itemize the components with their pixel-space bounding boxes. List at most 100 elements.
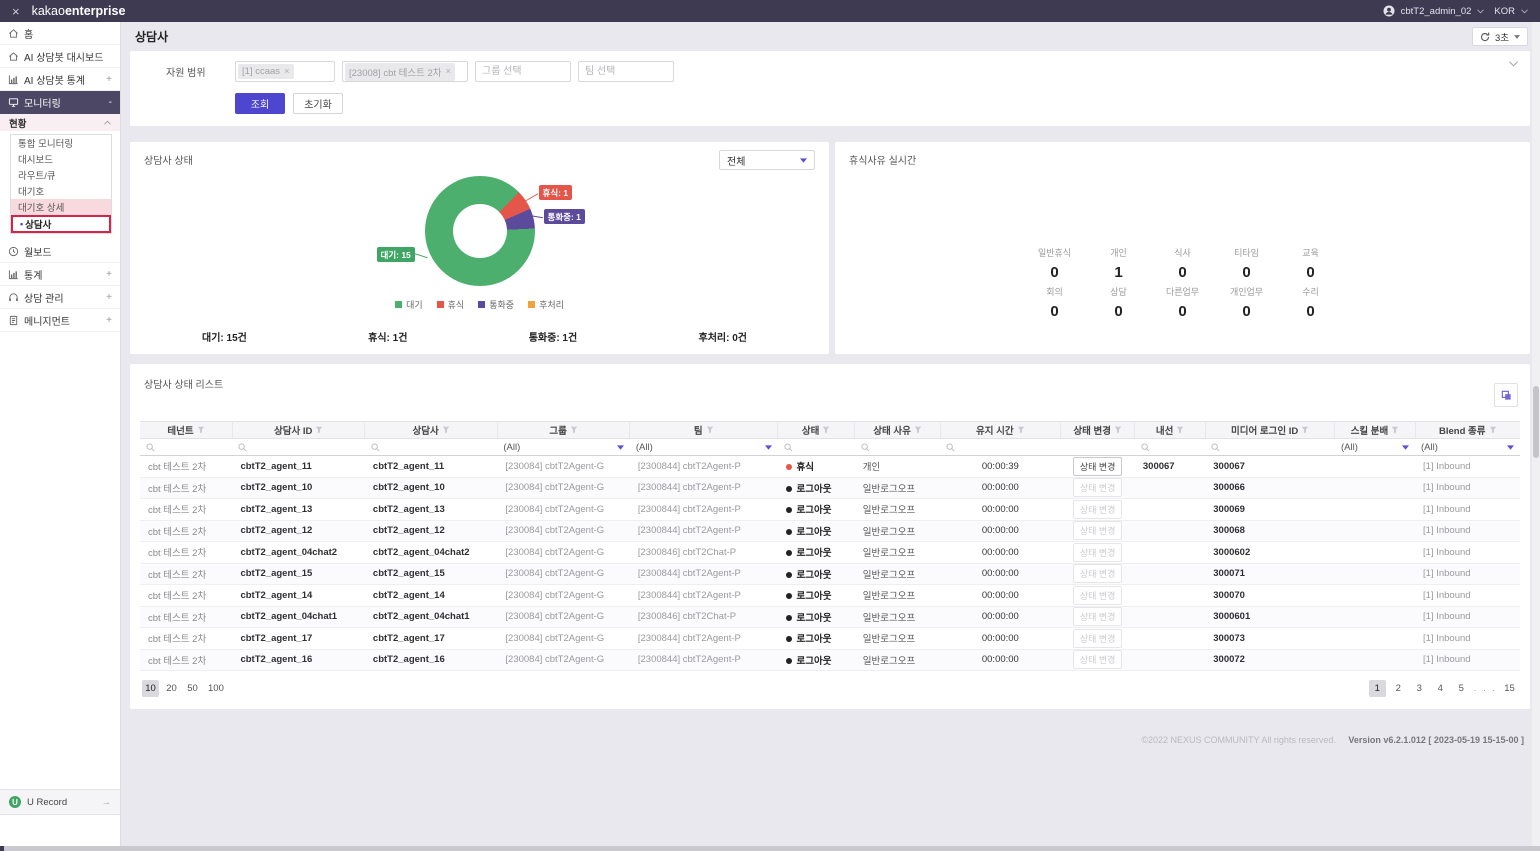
column-filter-cell[interactable]: (All) bbox=[630, 439, 778, 456]
sidebar-item-wallboard[interactable]: 월보드 bbox=[0, 240, 120, 263]
page-size-10[interactable]: 10 bbox=[142, 680, 159, 697]
column-header[interactable]: 상담사 ID bbox=[232, 422, 364, 439]
sidebar-item-queue-detail[interactable]: 대기호 상세 bbox=[11, 199, 111, 215]
sidebar-item-stats[interactable]: 통계+ bbox=[0, 263, 120, 286]
search-icon[interactable] bbox=[1141, 443, 1199, 452]
export-copy-button[interactable] bbox=[1494, 383, 1518, 407]
table-row[interactable]: cbt 테스트 2차cbtT2_agent_11cbtT2_agent_11[2… bbox=[140, 456, 1520, 478]
table-row[interactable]: cbt 테스트 2차cbtT2_agent_10cbtT2_agent_10[2… bbox=[140, 477, 1520, 499]
table-row[interactable]: cbt 테스트 2차cbtT2_agent_12cbtT2_agent_12[2… bbox=[140, 520, 1520, 542]
column-header[interactable]: 상태 변경 bbox=[1060, 422, 1135, 439]
table-row[interactable]: cbt 테스트 2차cbtT2_agent_04chat2cbtT2_agent… bbox=[140, 542, 1520, 564]
filter-funnel-icon[interactable] bbox=[706, 426, 714, 434]
locale-caret-icon[interactable] bbox=[1521, 9, 1528, 14]
sidebar-item-integrated-monitoring[interactable]: 통합 모니터링 bbox=[11, 135, 111, 151]
page-4[interactable]: 4 bbox=[1432, 680, 1449, 697]
column-header[interactable]: 유지 시간 bbox=[940, 422, 1060, 439]
status-change-button[interactable]: 상태 변경 bbox=[1073, 457, 1123, 476]
column-header[interactable]: 내선 bbox=[1135, 422, 1205, 439]
filter-funnel-icon[interactable] bbox=[914, 426, 922, 434]
group-select-input[interactable] bbox=[475, 61, 571, 82]
column-header[interactable]: 테넌트 bbox=[140, 422, 232, 439]
column-filter-cell[interactable] bbox=[1135, 439, 1205, 456]
sidebar-item-ai-bot-dashboard[interactable]: AI 상담봇 대시보드 bbox=[0, 45, 120, 68]
tenant-scope-input[interactable]: [1] ccaas × bbox=[235, 61, 335, 82]
column-header[interactable]: 팀 bbox=[630, 422, 778, 439]
page-15[interactable]: 15 bbox=[1501, 680, 1518, 697]
sidebar-item-counselor[interactable]: •상담사 bbox=[11, 215, 111, 233]
tenant2-scope-input[interactable]: [23008] cbt 테스트 2차 × bbox=[342, 61, 468, 82]
page-3[interactable]: 3 bbox=[1411, 680, 1428, 697]
filter-funnel-icon[interactable] bbox=[442, 426, 450, 434]
sidebar-item-u-record[interactable]: U U Record → bbox=[0, 789, 120, 815]
search-icon[interactable] bbox=[784, 443, 849, 452]
refresh-interval-button[interactable]: 3초 bbox=[1472, 27, 1528, 46]
filter-funnel-icon[interactable] bbox=[1017, 426, 1025, 434]
page-1[interactable]: 1 bbox=[1369, 680, 1386, 697]
column-header[interactable]: 그룹 bbox=[497, 422, 629, 439]
sidebar-section-status[interactable]: 현황 bbox=[0, 114, 120, 131]
column-filter-cell[interactable]: (All) bbox=[497, 439, 629, 456]
search-button[interactable]: 조회 bbox=[235, 93, 285, 114]
filter-funnel-icon[interactable] bbox=[1489, 426, 1497, 434]
search-icon[interactable] bbox=[371, 443, 491, 452]
page-size-50[interactable]: 50 bbox=[184, 680, 201, 697]
filter-select-all[interactable]: (All) bbox=[1421, 442, 1514, 453]
sidebar-item-ai-bot-stats[interactable]: AI 상담봇 통계+ bbox=[0, 68, 120, 91]
tag-remove-icon[interactable]: × bbox=[284, 66, 290, 77]
vertical-scrollbar[interactable] bbox=[1532, 22, 1540, 846]
filter-funnel-icon[interactable] bbox=[1176, 426, 1184, 434]
horizontal-scrollbar-thumb[interactable] bbox=[0, 846, 4, 851]
column-header[interactable]: 상태 사유 bbox=[855, 422, 941, 439]
filter-funnel-icon[interactable] bbox=[1114, 426, 1122, 434]
username[interactable]: cbtT2_admin_02 bbox=[1401, 6, 1472, 17]
search-icon[interactable] bbox=[861, 443, 935, 452]
column-filter-cell[interactable] bbox=[855, 439, 941, 456]
search-icon[interactable] bbox=[946, 443, 1054, 452]
close-menu-icon[interactable]: × bbox=[12, 4, 20, 19]
column-header[interactable]: 미디어 로그인 ID bbox=[1205, 422, 1335, 439]
team-select-input[interactable] bbox=[578, 61, 674, 82]
locale-selector[interactable]: KOR bbox=[1494, 6, 1515, 17]
column-header[interactable]: 스킬 분배 bbox=[1335, 422, 1415, 439]
table-row[interactable]: cbt 테스트 2차cbtT2_agent_15cbtT2_agent_15[2… bbox=[140, 563, 1520, 585]
sidebar-item-queue[interactable]: 대기호 bbox=[11, 183, 111, 199]
column-filter-cell[interactable] bbox=[778, 439, 855, 456]
filter-funnel-icon[interactable] bbox=[1301, 426, 1309, 434]
filter-funnel-icon[interactable] bbox=[315, 426, 323, 434]
column-filter-cell[interactable]: (All) bbox=[1415, 439, 1520, 456]
column-header[interactable]: 상담사 bbox=[365, 422, 497, 439]
column-filter-cell[interactable] bbox=[365, 439, 497, 456]
table-row[interactable]: cbt 테스트 2차cbtT2_agent_14cbtT2_agent_14[2… bbox=[140, 585, 1520, 607]
page-size-100[interactable]: 100 bbox=[205, 680, 227, 697]
column-filter-cell[interactable] bbox=[1205, 439, 1335, 456]
brand-logo[interactable]: kakaoenterprise bbox=[32, 4, 126, 18]
column-header[interactable]: Blend 종류 bbox=[1415, 422, 1520, 439]
page-2[interactable]: 2 bbox=[1390, 680, 1407, 697]
vertical-scrollbar-thumb[interactable] bbox=[1533, 386, 1539, 458]
filter-funnel-icon[interactable] bbox=[570, 426, 578, 434]
column-filter-cell[interactable] bbox=[940, 439, 1060, 456]
column-filter-cell[interactable] bbox=[232, 439, 364, 456]
column-filter-cell[interactable]: (All) bbox=[1335, 439, 1415, 456]
column-filter-cell[interactable] bbox=[140, 439, 232, 456]
filter-select-all[interactable]: (All) bbox=[636, 442, 772, 453]
table-row[interactable]: cbt 테스트 2차cbtT2_agent_13cbtT2_agent_13[2… bbox=[140, 499, 1520, 521]
page-size-20[interactable]: 20 bbox=[163, 680, 180, 697]
sidebar-item-management[interactable]: 메니지먼트+ bbox=[0, 309, 120, 332]
filter-funnel-icon[interactable] bbox=[1391, 426, 1399, 434]
filter-select-all[interactable]: (All) bbox=[1341, 442, 1409, 453]
table-row[interactable]: cbt 테스트 2차cbtT2_agent_17cbtT2_agent_17[2… bbox=[140, 628, 1520, 650]
sidebar-item-route-queue[interactable]: 라우트/큐 bbox=[11, 167, 111, 183]
search-icon[interactable] bbox=[146, 443, 226, 452]
filter-collapse-icon[interactable] bbox=[1509, 59, 1518, 70]
table-row[interactable]: cbt 테스트 2차cbtT2_agent_04chat1cbtT2_agent… bbox=[140, 606, 1520, 628]
reset-button[interactable]: 초기화 bbox=[293, 93, 343, 114]
table-row[interactable]: cbt 테스트 2차cbtT2_agent_16cbtT2_agent_16[2… bbox=[140, 649, 1520, 671]
search-icon[interactable] bbox=[238, 443, 358, 452]
tag-remove-icon[interactable]: × bbox=[446, 66, 452, 77]
sidebar-item-counsel-mgmt[interactable]: 상담 관리+ bbox=[0, 286, 120, 309]
filter-select-all[interactable]: (All) bbox=[503, 442, 623, 453]
column-header[interactable]: 상태 bbox=[778, 422, 855, 439]
sidebar-item-home[interactable]: 홈 bbox=[0, 22, 120, 45]
